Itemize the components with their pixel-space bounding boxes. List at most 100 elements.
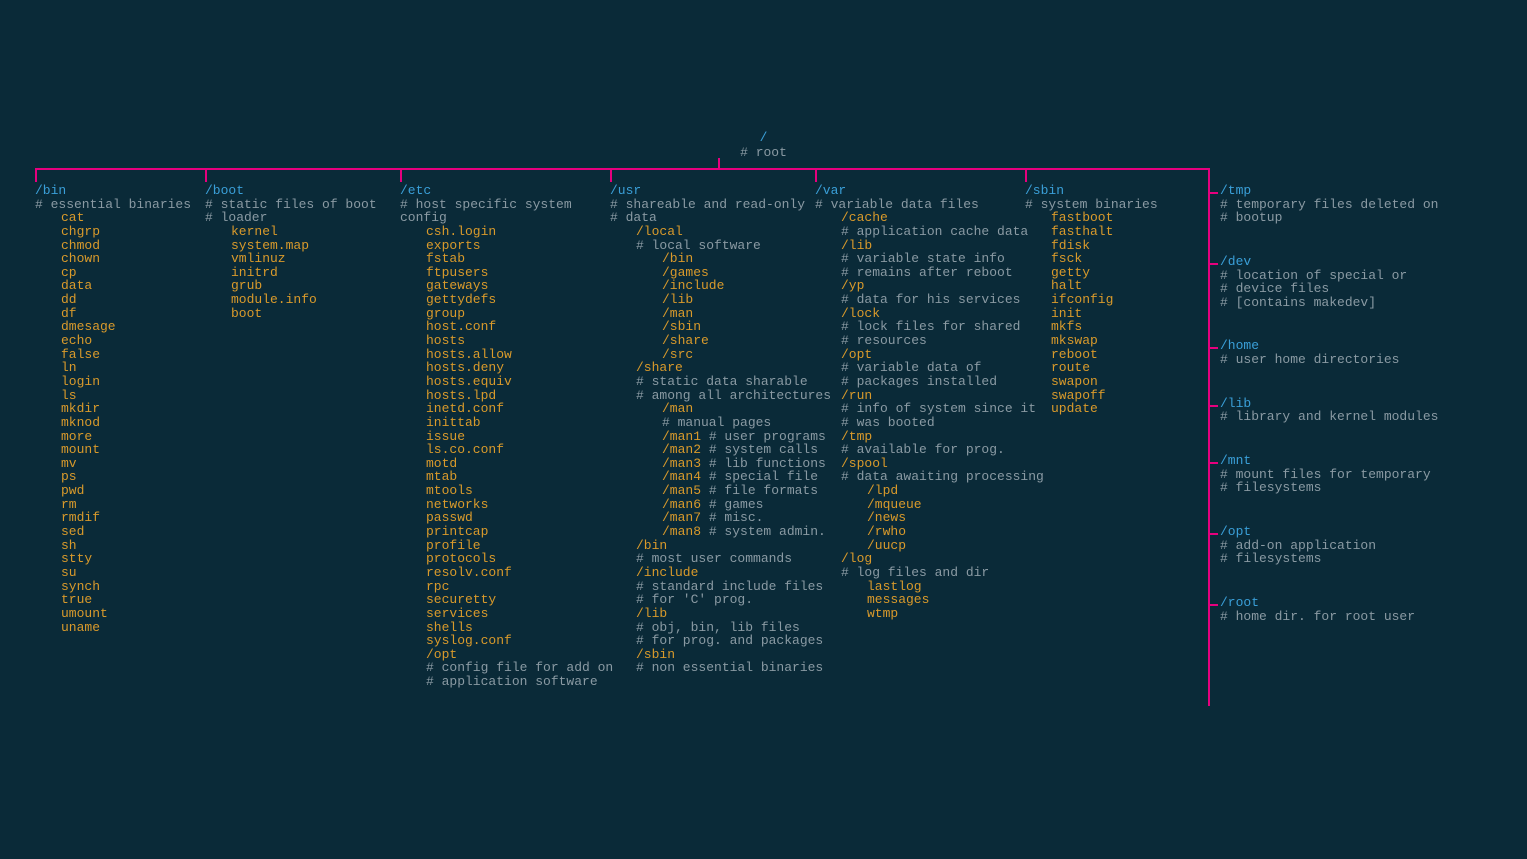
tree-line: securetty	[400, 593, 610, 607]
fhs-diagram: / # root /bin# essential binariescatchgr…	[35, 130, 1492, 165]
root-path: /	[35, 130, 1492, 145]
tree-line: hosts.allow	[400, 348, 610, 362]
dir-comment: # essential binaries	[35, 198, 205, 212]
tree-line: /man4 # special file	[610, 470, 815, 484]
tree-line: # non essential binaries	[610, 661, 815, 675]
tree-line: su	[35, 566, 205, 580]
dir-path: /tmp	[1220, 184, 1495, 198]
tree-line: # was booted	[815, 416, 1025, 430]
tree-line: /lpd	[815, 484, 1025, 498]
column-bin: /bin# essential binariescatchgrpchmodcho…	[35, 170, 205, 634]
tree-line: chgrp	[35, 225, 205, 239]
tree-line: true	[35, 593, 205, 607]
columns: /bin# essential binariescatchgrpchmodcho…	[35, 170, 1492, 689]
tree-line: networks	[400, 498, 610, 512]
tree-line: shells	[400, 621, 610, 635]
tree-line: swapoff	[1025, 389, 1220, 403]
tree-line: ifconfig	[1025, 293, 1220, 307]
right-group-home: /home# user home directories	[1220, 339, 1495, 366]
right-group-dev: /dev# location of special or# device fil…	[1220, 255, 1495, 310]
tree-line: /opt	[400, 648, 610, 662]
tree-line: cp	[35, 266, 205, 280]
tree-line: profile	[400, 539, 610, 553]
tree-line: # data for his services	[815, 293, 1025, 307]
dir-path: /etc	[400, 184, 610, 198]
tree-line: # local software	[610, 239, 815, 253]
dir-path: /sbin	[1025, 184, 1220, 198]
dir-comment: # device files	[1220, 282, 1495, 296]
root-comment: # root	[35, 145, 1492, 160]
tree-line: /man8 # system admin.	[610, 525, 815, 539]
tree-line: hosts.deny	[400, 361, 610, 375]
tree-line: synch	[35, 580, 205, 594]
tree-line: ln	[35, 361, 205, 375]
tree-line: false	[35, 348, 205, 362]
dir-comment: # filesystems	[1220, 552, 1495, 566]
tree-line: rpc	[400, 580, 610, 594]
tree-line: fasthalt	[1025, 225, 1220, 239]
tree-line: login	[35, 375, 205, 389]
tree-line: # info of system since it	[815, 402, 1025, 416]
column-etc: /etc# host specific system configcsh.log…	[400, 170, 610, 689]
tree-line: gateways	[400, 279, 610, 293]
tree-line: # data awaiting processing	[815, 470, 1025, 484]
tree-line: sed	[35, 525, 205, 539]
tree-line: gettydefs	[400, 293, 610, 307]
right-group-tmp: /tmp# temporary files deleted on# bootup	[1220, 184, 1495, 225]
tree-line: rmdif	[35, 511, 205, 525]
tree-line: mtab	[400, 470, 610, 484]
tree-line: mv	[35, 457, 205, 471]
tree-line: # log files and dir	[815, 566, 1025, 580]
tree-line: /yp	[815, 279, 1025, 293]
tree-line: mkfs	[1025, 320, 1220, 334]
tree-line: /lib	[610, 293, 815, 307]
tree-line: module.info	[205, 293, 400, 307]
tree-line: /man2 # system calls	[610, 443, 815, 457]
dir-path: /var	[815, 184, 1025, 198]
tree-line: protocols	[400, 552, 610, 566]
tree-line: ps	[35, 470, 205, 484]
dir-comment: # temporary files deleted on	[1220, 198, 1495, 212]
tree-line: boot	[205, 307, 400, 321]
tree-line: /lock	[815, 307, 1025, 321]
tree-line: /man3 # lib functions	[610, 457, 815, 471]
tree-line: initrd	[205, 266, 400, 280]
tree-line: update	[1025, 402, 1220, 416]
tree-line: reboot	[1025, 348, 1220, 362]
column-var: /var# variable data files/cache# applica…	[815, 170, 1025, 621]
tree-line: mount	[35, 443, 205, 457]
tree-line: getty	[1025, 266, 1220, 280]
tree-line: cat	[35, 211, 205, 225]
dir-path: /home	[1220, 339, 1495, 353]
tree-line: mknod	[35, 416, 205, 430]
tree-line: /log	[815, 552, 1025, 566]
tree-line: dmesage	[35, 320, 205, 334]
tree-line: /uucp	[815, 539, 1025, 553]
tree-line: df	[35, 307, 205, 321]
tree-line: csh.login	[400, 225, 610, 239]
tree-line: /man	[610, 402, 815, 416]
dir-path: /root	[1220, 596, 1495, 610]
column-boot: /boot# static files of boot# loaderkerne…	[205, 170, 400, 320]
dir-comment: # [contains makedev]	[1220, 296, 1495, 310]
tree-line: /bin	[610, 539, 815, 553]
dir-comment: # mount files for temporary	[1220, 468, 1495, 482]
dir-path: /dev	[1220, 255, 1495, 269]
tree-line: uname	[35, 621, 205, 635]
tree-line: /man5 # file formats	[610, 484, 815, 498]
dir-comment: # user home directories	[1220, 353, 1495, 367]
dir-comment: # home dir. for root user	[1220, 610, 1495, 624]
tree-line: init	[1025, 307, 1220, 321]
dir-comment: # variable data files	[815, 198, 1025, 212]
dir-comment: # filesystems	[1220, 481, 1495, 495]
tree-line: host.conf	[400, 320, 610, 334]
tree-line: # standard include files	[610, 580, 815, 594]
tree-line: /run	[815, 389, 1025, 403]
tree-line: /cache	[815, 211, 1025, 225]
tree-line: ftpusers	[400, 266, 610, 280]
tree-line: /news	[815, 511, 1025, 525]
tree-line: umount	[35, 607, 205, 621]
tree-line: /man6 # games	[610, 498, 815, 512]
tree-line: services	[400, 607, 610, 621]
tree-line: chmod	[35, 239, 205, 253]
